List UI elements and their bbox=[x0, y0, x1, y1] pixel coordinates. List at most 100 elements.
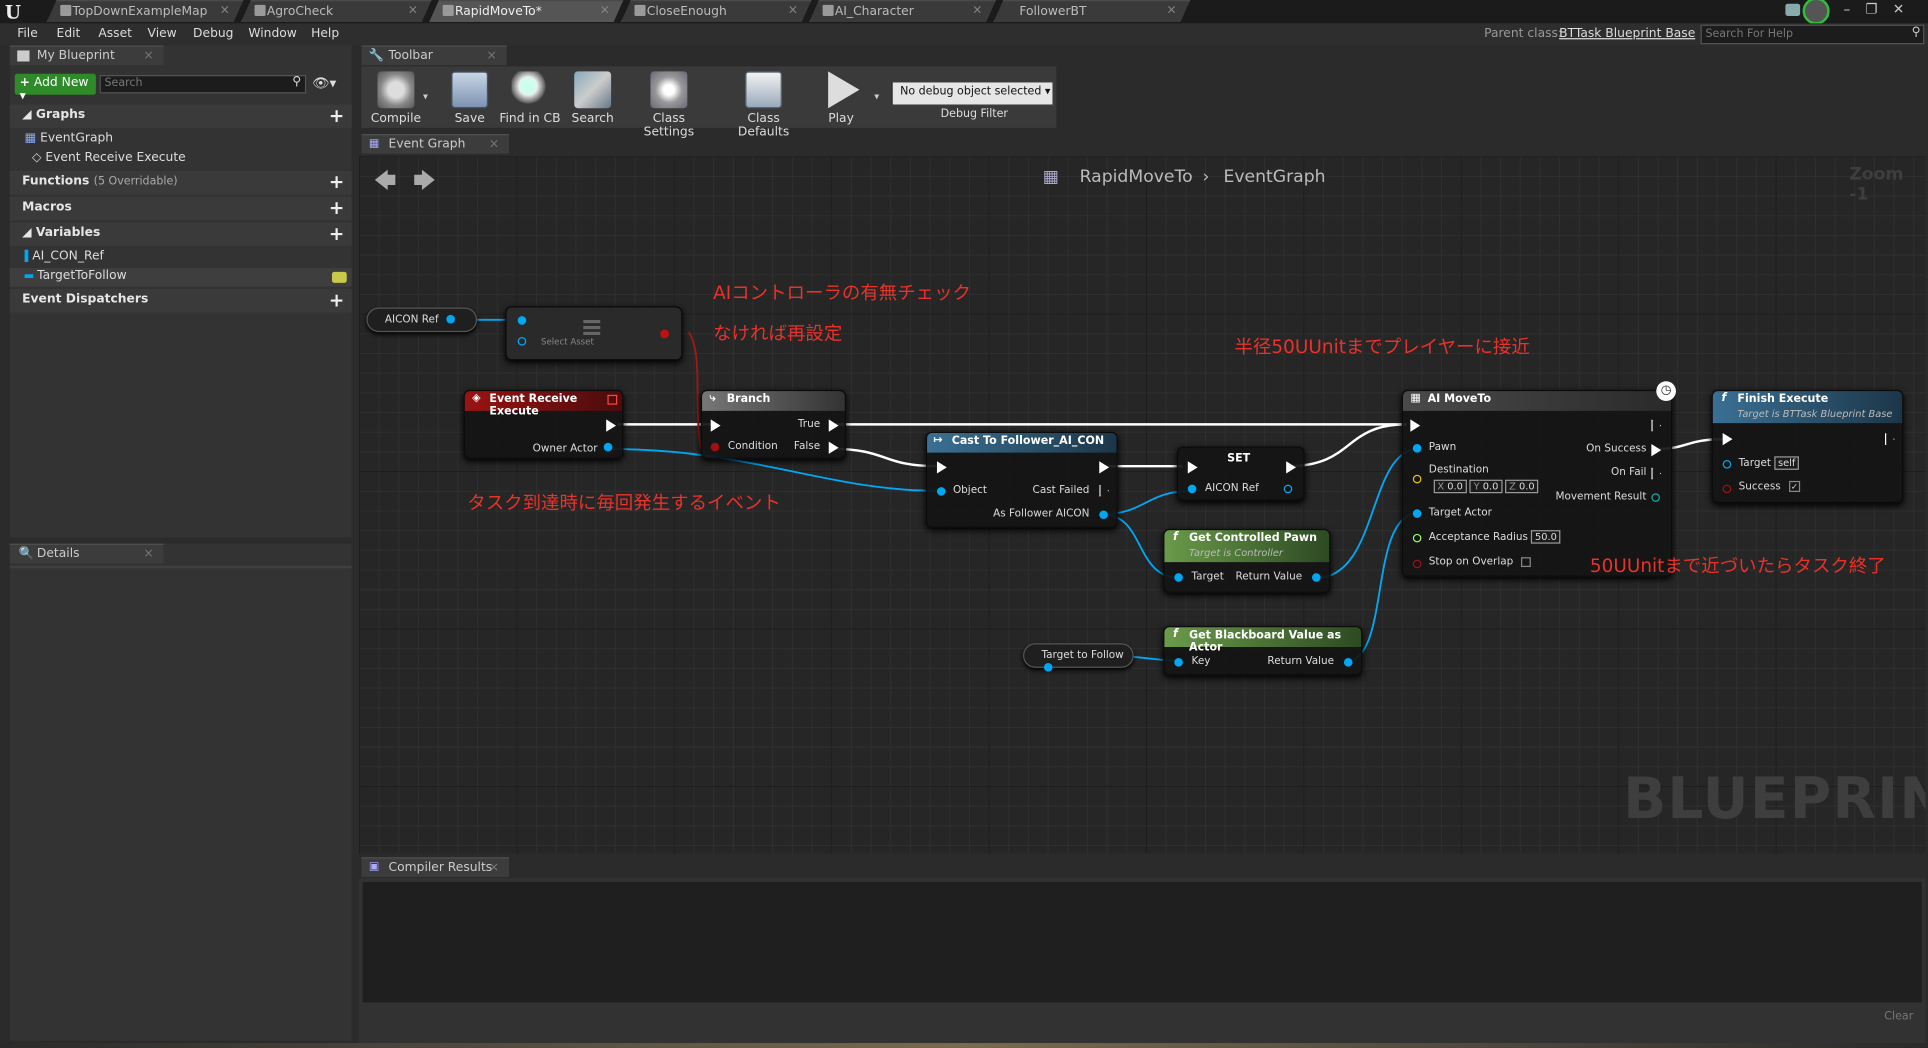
get-controlled-pawn-node[interactable]: f Get Controlled Pawn Target is Controller… bbox=[1163, 528, 1331, 593]
menu-file[interactable]: File bbox=[17, 27, 38, 41]
variable-item[interactable]: AI_CON_Ref bbox=[10, 248, 352, 266]
get-blackboard-value-node[interactable]: f Get Blackboard Value as Actor Key Retur… bbox=[1163, 626, 1363, 676]
add-dispatcher-icon[interactable]: + bbox=[329, 289, 344, 311]
menu-edit[interactable]: Edit bbox=[57, 27, 81, 41]
add-function-icon[interactable]: + bbox=[329, 171, 344, 193]
object-pin-icon[interactable] bbox=[1311, 573, 1321, 582]
chat-icon[interactable] bbox=[1785, 3, 1801, 16]
class-defaults-button[interactable]: Class Defaults bbox=[721, 71, 807, 139]
save-button[interactable]: Save bbox=[435, 71, 504, 130]
compile-button[interactable]: Compile bbox=[362, 71, 431, 130]
section-functions[interactable]: Functions (5 Overridable) + bbox=[9, 170, 352, 195]
section-variables[interactable]: ◢ Variables + bbox=[9, 222, 352, 246]
exec-out-pin-icon[interactable] bbox=[828, 441, 839, 454]
tab-event-graph[interactable]: ▦ Event Graph × bbox=[361, 134, 510, 154]
bool-pin-icon[interactable] bbox=[660, 329, 669, 339]
variable-item[interactable]: TargetToFollow bbox=[9, 268, 352, 287]
tab-followerbt[interactable]: FollowerBT × bbox=[994, 0, 1191, 22]
struct-pin-icon[interactable] bbox=[1174, 658, 1183, 667]
compile-dropdown-icon[interactable]: ▾ bbox=[423, 91, 428, 102]
event-receive-execute-node[interactable]: ◈ Event Receive Execute Owner Actor bbox=[463, 389, 624, 459]
blueprint-search-input[interactable]: Search ⚲ bbox=[99, 75, 307, 94]
exec-in-pin-icon[interactable] bbox=[936, 461, 947, 474]
graph-item-eventgraph[interactable]: ▦ EventGraph bbox=[25, 132, 113, 146]
set-aicon-ref-node[interactable]: SET AICON Ref bbox=[1176, 446, 1305, 501]
object-pin-icon[interactable] bbox=[1099, 510, 1108, 520]
exec-out-pin-icon[interactable] bbox=[1099, 484, 1110, 497]
section-macros[interactable]: Macros + bbox=[9, 196, 352, 221]
enum-pin-icon[interactable] bbox=[1651, 493, 1660, 502]
object-pin-icon[interactable] bbox=[1722, 460, 1732, 469]
close-icon[interactable]: × bbox=[143, 49, 153, 63]
exec-out-pin-icon[interactable] bbox=[1651, 419, 1662, 432]
class-settings-button[interactable]: Class Settings bbox=[627, 71, 711, 139]
close-window-button[interactable]: ✕ bbox=[1889, 1, 1909, 17]
menu-window[interactable]: Window bbox=[248, 27, 296, 41]
cast-to-follower-node[interactable]: ↦ Cast To Follower_AI_CON Object Cast Fai… bbox=[925, 431, 1118, 528]
target-to-follow-getter-node[interactable]: Target to Follow bbox=[1023, 643, 1134, 672]
add-variable-icon[interactable]: + bbox=[329, 223, 344, 245]
close-icon[interactable]: × bbox=[143, 547, 153, 561]
exec-out-pin-icon[interactable] bbox=[1651, 467, 1662, 480]
tab-rapidmoveto[interactable]: RapidMoveTo* × bbox=[429, 0, 623, 22]
delegate-pin-icon[interactable] bbox=[607, 394, 618, 405]
add-new-button[interactable]: + Add New ▾ bbox=[14, 73, 96, 103]
acceptance-radius-field[interactable]: 50.0 bbox=[1531, 530, 1561, 544]
stop-on-overlap-checkbox[interactable] bbox=[1521, 556, 1532, 567]
add-macro-icon[interactable]: + bbox=[329, 197, 344, 219]
object-pin-icon[interactable] bbox=[1187, 484, 1197, 494]
debug-object-select[interactable]: No debug object selected ▾ bbox=[891, 81, 1054, 106]
tab-ai-character[interactable]: AI_Character × bbox=[809, 0, 996, 22]
close-icon[interactable]: × bbox=[408, 4, 418, 18]
object-pin-icon[interactable] bbox=[517, 316, 527, 325]
add-graph-icon[interactable]: + bbox=[329, 105, 344, 127]
branch-node[interactable]: ⤷ Branch Condition True False bbox=[700, 389, 846, 459]
tab-details[interactable]: 🔍 Details × bbox=[9, 543, 164, 564]
bool-pin-icon[interactable] bbox=[1412, 559, 1422, 569]
exec-in-pin-icon[interactable] bbox=[1410, 419, 1421, 432]
section-graphs[interactable]: ◢ Graphs + bbox=[9, 104, 352, 128]
tab-compiler-results[interactable]: ▣ Compiler Results × bbox=[361, 857, 510, 877]
is-valid-node[interactable]: Select Asset ≡ bbox=[505, 306, 683, 361]
section-event-dispatchers[interactable]: Event Dispatchers + bbox=[9, 289, 352, 313]
close-icon[interactable]: × bbox=[1166, 4, 1176, 18]
menu-help[interactable]: Help bbox=[311, 27, 339, 41]
object-pin-icon[interactable] bbox=[1412, 509, 1422, 518]
exec-in-pin-icon[interactable] bbox=[1187, 461, 1198, 474]
menu-asset[interactable]: Asset bbox=[98, 27, 132, 41]
visibility-eye-icon[interactable]: 👁▾ bbox=[312, 75, 336, 91]
close-icon[interactable]: × bbox=[600, 4, 610, 18]
play-button[interactable]: Play bbox=[807, 71, 876, 130]
exec-out-pin-icon[interactable] bbox=[828, 419, 839, 432]
tab-closeenough[interactable]: CloseEnough × bbox=[621, 0, 812, 22]
object-pin-icon[interactable] bbox=[1174, 573, 1183, 582]
event-graph-canvas[interactable]: 🡄 🡆 ▦ RapidMoveTo › EventGraph Zoom -1 B… bbox=[359, 156, 1926, 854]
float-pin-icon[interactable] bbox=[1412, 533, 1422, 543]
object-pin-icon[interactable] bbox=[603, 442, 613, 452]
object-pin-icon[interactable] bbox=[517, 337, 527, 346]
exec-out-pin-icon[interactable] bbox=[1099, 461, 1110, 474]
event-item-receive-execute[interactable]: ◇ Event Receive Execute bbox=[32, 151, 186, 165]
tab-topdownexamplemap[interactable]: TopDownExampleMap × bbox=[47, 0, 244, 22]
close-icon[interactable]: × bbox=[788, 4, 798, 18]
maximize-button[interactable]: ❐ bbox=[1862, 1, 1882, 17]
help-search-input[interactable]: Search For Help ⚲ bbox=[1700, 24, 1925, 45]
finish-execute-node[interactable]: f Finish Execute Target is BTTask Blueprin… bbox=[1711, 389, 1904, 504]
find-in-cb-button[interactable]: Find in CB bbox=[496, 71, 565, 130]
minimize-button[interactable]: – bbox=[1837, 1, 1857, 17]
clear-button[interactable]: Clear bbox=[1884, 1011, 1913, 1023]
exec-out-pin-icon[interactable] bbox=[1286, 461, 1296, 474]
exec-in-pin-icon[interactable] bbox=[710, 419, 721, 432]
bool-pin-icon[interactable] bbox=[1722, 484, 1732, 494]
search-button[interactable]: Search bbox=[558, 71, 627, 130]
menu-view[interactable]: View bbox=[148, 27, 177, 41]
bool-pin-icon[interactable] bbox=[710, 442, 720, 452]
notification-icon[interactable] bbox=[1802, 0, 1830, 25]
close-icon[interactable]: × bbox=[972, 4, 982, 18]
play-dropdown-icon[interactable]: ▾ bbox=[874, 91, 879, 102]
object-pin-icon[interactable] bbox=[1043, 662, 1053, 672]
visibility-eye-icon[interactable] bbox=[331, 271, 347, 283]
tab-toolbar[interactable]: 🔧 Toolbar × bbox=[361, 45, 507, 66]
tab-agrocheck[interactable]: AgroCheck × bbox=[241, 0, 432, 22]
object-pin-icon[interactable] bbox=[1283, 484, 1293, 494]
